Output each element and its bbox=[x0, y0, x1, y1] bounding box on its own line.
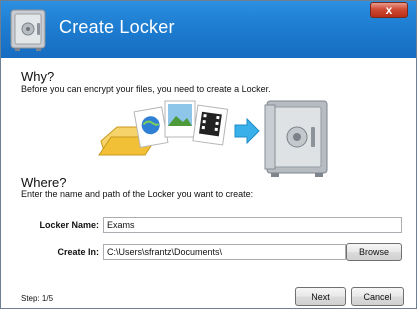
create-in-label: Create In: bbox=[57, 247, 99, 257]
browse-button[interactable]: Browse bbox=[346, 243, 402, 261]
safe-icon bbox=[264, 100, 328, 177]
film-document-icon bbox=[192, 104, 229, 146]
where-description: Enter the name and path of the Locker yo… bbox=[21, 189, 254, 199]
close-icon: x bbox=[385, 3, 393, 17]
next-button[interactable]: Next bbox=[295, 287, 346, 306]
where-heading: Where? bbox=[21, 175, 67, 190]
encryption-illustration bbox=[98, 100, 328, 177]
window-title: Create Locker bbox=[59, 17, 175, 37]
locker-name-input[interactable]: Exams bbox=[103, 217, 402, 233]
why-description: Before you can encrypt your files, you n… bbox=[21, 84, 271, 94]
why-heading: Why? bbox=[21, 69, 55, 84]
globe-document-icon bbox=[133, 106, 169, 148]
arrow-right-icon bbox=[234, 117, 260, 145]
image-document-icon bbox=[164, 100, 196, 138]
create-locker-dialog: Create Locker x Why? Before you can encr… bbox=[0, 0, 417, 309]
safe-app-icon bbox=[10, 9, 46, 51]
step-indicator: Step: 1/5 bbox=[21, 294, 54, 303]
close-button[interactable]: x bbox=[370, 2, 408, 18]
locker-name-label: Locker Name: bbox=[39, 220, 99, 230]
cancel-button[interactable]: Cancel bbox=[351, 287, 404, 306]
title-bar[interactable]: Create Locker x bbox=[1, 1, 416, 58]
create-in-path-input[interactable]: C:\Users\sfrantz\Documents\ bbox=[103, 244, 346, 260]
